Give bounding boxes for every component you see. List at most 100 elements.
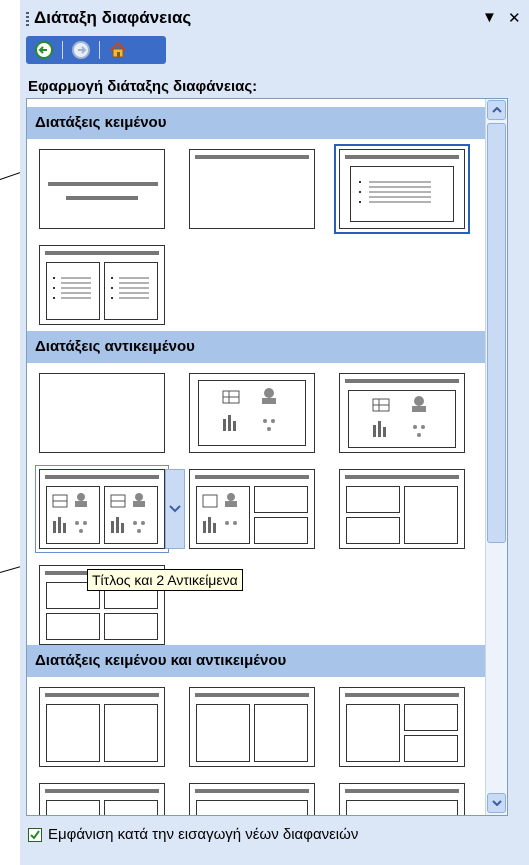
scroll-down-button[interactable] (487, 793, 506, 813)
title-bar (45, 789, 159, 793)
chevron-up-icon (491, 107, 502, 113)
home-button[interactable] (106, 39, 130, 61)
gallery-content: Διατάξεις κειμένου Διατάξεις αντικειμένο… (27, 99, 485, 815)
title-bar (345, 475, 459, 479)
section-object-layouts: Διατάξεις αντικειμένου (27, 331, 485, 363)
layout-title-and-two-column-text[interactable] (39, 245, 165, 325)
bullet-text-icon (111, 277, 149, 299)
layout-title-content-and-text[interactable] (189, 687, 315, 767)
layout-blank[interactable] (39, 373, 165, 453)
left-bottom-placeholder (346, 517, 400, 544)
object-layouts-grid: Τίτλος και 2 Αντικείμενα (27, 363, 485, 645)
bullet-text-icon (53, 277, 91, 299)
right-content-placeholder (404, 486, 458, 544)
layout-gallery: Διατάξεις κειμένου Διατάξεις αντικειμένο… (26, 98, 508, 816)
text-placeholder (350, 166, 454, 222)
checkmark-icon (30, 829, 40, 840)
layout-tooltip: Τίτλος και 2 Αντικείμενα (87, 569, 243, 591)
subtitle-placeholder-line (66, 196, 138, 200)
layout-dropdown-button[interactable] (165, 469, 185, 549)
layout-title-content-over-text[interactable] (339, 783, 465, 815)
layout-title-and-two-content[interactable] (35, 465, 169, 553)
text-object-layouts-grid (27, 677, 485, 815)
left-top-placeholder (346, 486, 400, 513)
content-placeholder-bottom (404, 735, 458, 762)
forward-button[interactable] (69, 39, 93, 61)
show-on-insert-checkbox[interactable] (28, 827, 42, 842)
title-bar (345, 379, 459, 383)
content-placeholder-top (404, 704, 458, 731)
layout-title-text-over-content[interactable] (189, 783, 315, 815)
back-arrow-icon (35, 41, 53, 59)
home-icon (110, 41, 126, 58)
content-placeholder (104, 704, 158, 762)
text-layouts-grid (27, 139, 485, 331)
layout-title-content-over-content[interactable] (189, 469, 315, 549)
scroll-thumb[interactable] (487, 123, 506, 543)
content-placeholder-4 (104, 613, 158, 640)
text-placeholder (254, 704, 308, 762)
show-on-insert-label: Εμφάνιση κατά την εισαγωγή νέων διαφανει… (48, 826, 359, 843)
content-icons (222, 388, 276, 431)
chevron-down-icon (169, 505, 181, 513)
title-bar (345, 789, 459, 793)
content-placeholder-top (46, 800, 100, 815)
section-text-object-layouts: Διατάξεις κειμένου και αντικειμένου (27, 645, 485, 677)
nav-separator (99, 41, 100, 59)
pane-titlebar: Διάταξη διαφάνειας ▼ ✕ (20, 0, 529, 36)
title-bar (195, 155, 309, 159)
pane-menu-button[interactable]: ▼ (482, 9, 497, 26)
nav-separator (62, 41, 63, 59)
left-text-placeholder (46, 262, 100, 320)
content-placeholder (198, 380, 306, 446)
title-bar (45, 693, 159, 697)
layout-content[interactable] (189, 373, 315, 453)
pane-close-button[interactable]: ✕ (508, 9, 521, 27)
content-icons (52, 493, 87, 533)
right-text-placeholder (104, 262, 158, 320)
show-on-insert-option[interactable]: Εμφάνιση κατά την εισαγωγή νέων διαφανει… (28, 826, 358, 843)
layout-title-and-content[interactable] (339, 373, 465, 453)
right-content-placeholder (104, 486, 158, 544)
layout-title-two-content-over-content[interactable] (339, 469, 465, 549)
content-placeholder (348, 390, 456, 448)
content-icons (202, 493, 237, 533)
title-bar (345, 155, 459, 159)
layout-title-text-and-content[interactable] (39, 687, 165, 767)
pane-title: Διάταξη διαφάνειας (34, 8, 192, 27)
section-text-layouts: Διατάξεις κειμένου (27, 107, 485, 139)
content-icons (372, 396, 426, 437)
content-placeholder (346, 800, 458, 815)
text-placeholder (196, 800, 308, 815)
layout-title-text-and-two-content[interactable] (339, 687, 465, 767)
scroll-up-button[interactable] (487, 100, 506, 120)
back-button[interactable] (32, 39, 56, 61)
gallery-scrollbar[interactable] (485, 99, 507, 815)
content-placeholder-3 (46, 613, 100, 640)
content-icons (110, 493, 145, 533)
title-bar (345, 693, 459, 697)
title-bar (45, 251, 159, 255)
title-placeholder-line (48, 182, 158, 186)
title-bar (195, 789, 309, 793)
layout-title-slide[interactable] (39, 149, 165, 229)
bullet-text-icon (359, 181, 431, 203)
title-bar (195, 475, 309, 479)
content-placeholder (196, 704, 250, 762)
apply-layout-label: Εφαρμογή διάταξης διαφάνειας: (28, 78, 258, 95)
layout-title-and-text[interactable] (334, 144, 470, 234)
forward-arrow-icon (72, 41, 90, 59)
title-bar (45, 475, 159, 479)
text-placeholder (104, 800, 158, 815)
text-placeholder (46, 704, 100, 762)
left-content-placeholder (196, 486, 250, 544)
layout-title-only[interactable] (189, 149, 315, 229)
slide-layout-pane: Διάταξη διαφάνειας ▼ ✕ Εφαρμογή διάταξης… (20, 0, 529, 865)
left-content-placeholder (46, 486, 100, 544)
title-bar (195, 693, 309, 697)
right-bottom-placeholder (254, 517, 308, 544)
layout-title-two-content-and-text[interactable] (39, 783, 165, 815)
grip-handle[interactable] (26, 12, 29, 28)
text-placeholder (346, 704, 400, 762)
chevron-down-icon (491, 800, 502, 806)
